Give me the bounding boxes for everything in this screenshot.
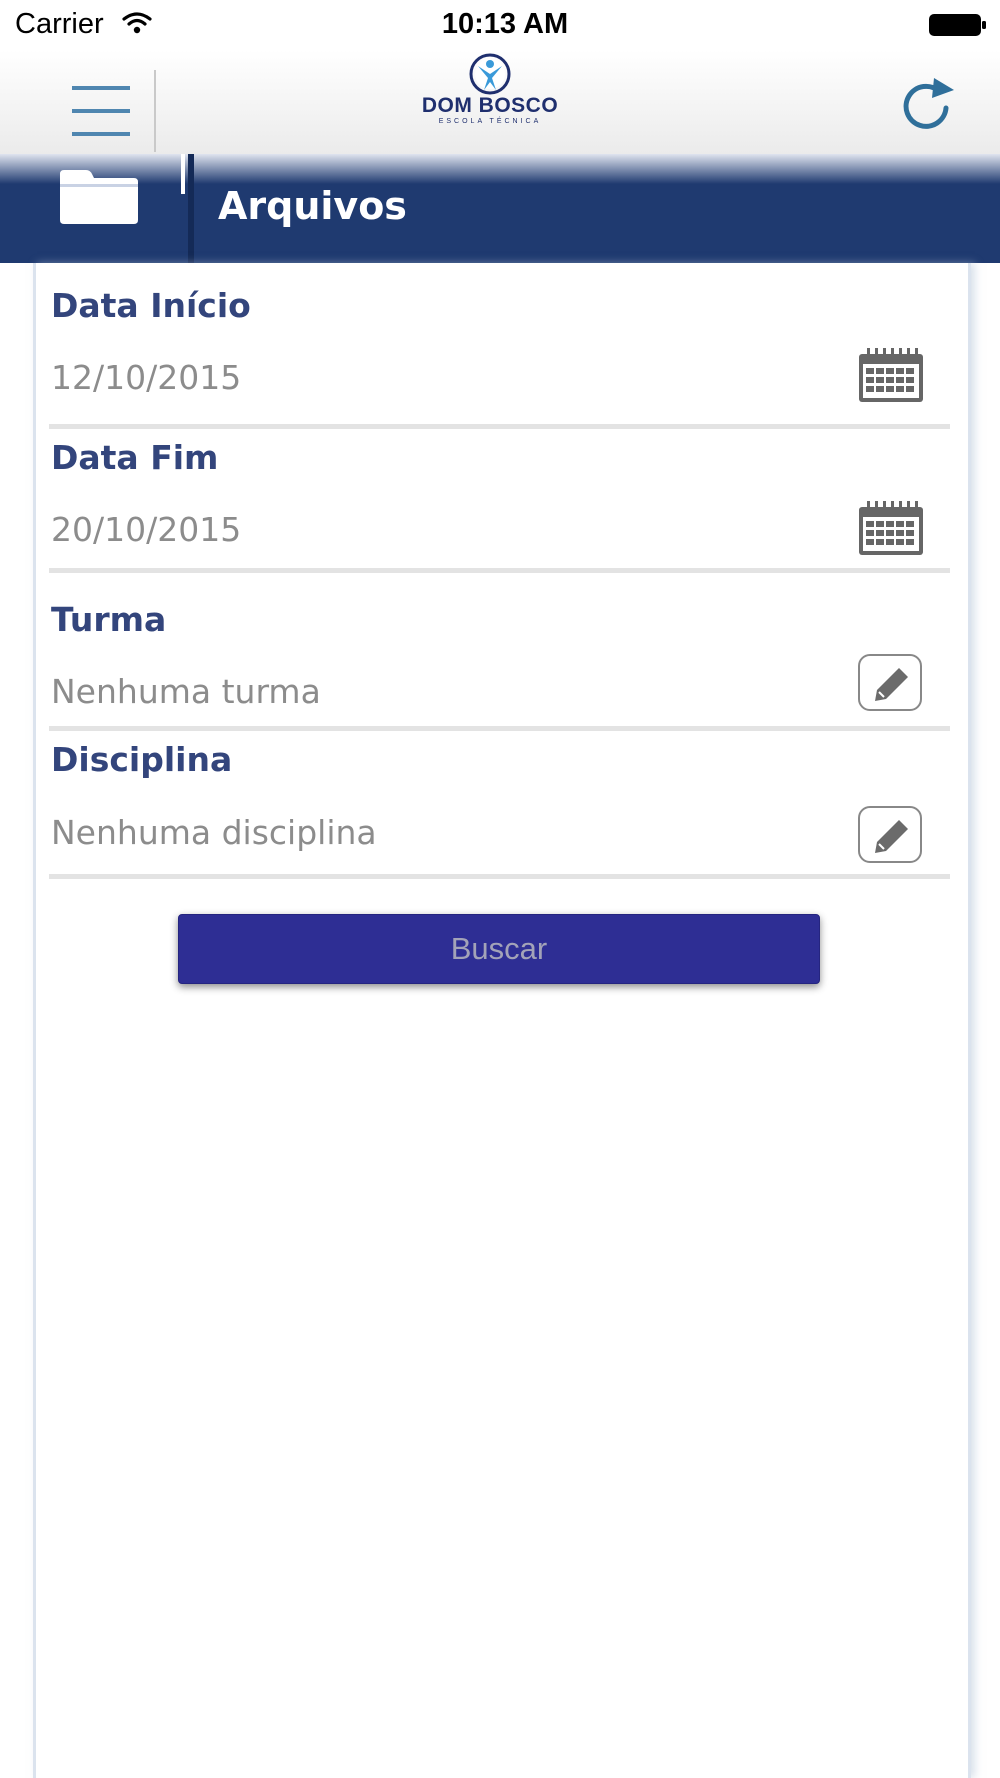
nav-divider bbox=[154, 70, 156, 152]
folder-icon bbox=[60, 170, 138, 224]
header-gloss bbox=[0, 154, 1000, 184]
turma-label: Turma bbox=[51, 600, 167, 639]
battery-icon bbox=[929, 14, 986, 36]
header-divider-gap bbox=[181, 154, 185, 194]
navigation-bar: DOM BOSCO ESCOLA TÉCNICA bbox=[0, 50, 1000, 154]
data-fim-underline bbox=[49, 568, 950, 573]
turma-field: Nenhuma turma bbox=[51, 672, 321, 711]
pencil-icon bbox=[875, 820, 908, 853]
data-fim-field[interactable]: 20/10/2015 bbox=[51, 510, 241, 549]
page-header: Arquivos bbox=[0, 154, 1000, 263]
logo-subtitle: ESCOLA TÉCNICA bbox=[438, 118, 542, 125]
edit-disciplina-button[interactable] bbox=[858, 806, 922, 863]
dom-bosco-logo: DOM BOSCO ESCOLA TÉCNICA bbox=[420, 52, 560, 125]
data-inicio-underline bbox=[49, 424, 950, 429]
clock: 10:13 AM bbox=[441, 8, 569, 40]
logo-name: DOM BOSCO bbox=[421, 94, 559, 117]
status-bar: Carrier 10:13 AM bbox=[0, 0, 1000, 50]
logo-emblem-icon bbox=[469, 53, 511, 95]
form-panel bbox=[33, 263, 971, 1778]
calendar-icon[interactable] bbox=[857, 348, 925, 404]
header-divider bbox=[188, 154, 194, 263]
pencil-icon bbox=[875, 668, 908, 701]
data-inicio-field[interactable]: 12/10/2015 bbox=[51, 358, 241, 397]
calendar-icon[interactable] bbox=[857, 501, 925, 557]
disciplina-underline bbox=[49, 874, 950, 879]
search-button[interactable]: Buscar bbox=[178, 914, 820, 984]
menu-icon[interactable] bbox=[72, 86, 130, 136]
edit-turma-button[interactable] bbox=[858, 654, 922, 711]
page-title: Arquivos bbox=[218, 184, 407, 228]
turma-underline bbox=[49, 726, 950, 731]
disciplina-field: Nenhuma disciplina bbox=[51, 813, 377, 852]
refresh-icon[interactable] bbox=[900, 70, 960, 134]
disciplina-label: Disciplina bbox=[51, 740, 233, 779]
data-inicio-label: Data Início bbox=[51, 286, 251, 325]
data-fim-label: Data Fim bbox=[51, 438, 219, 477]
